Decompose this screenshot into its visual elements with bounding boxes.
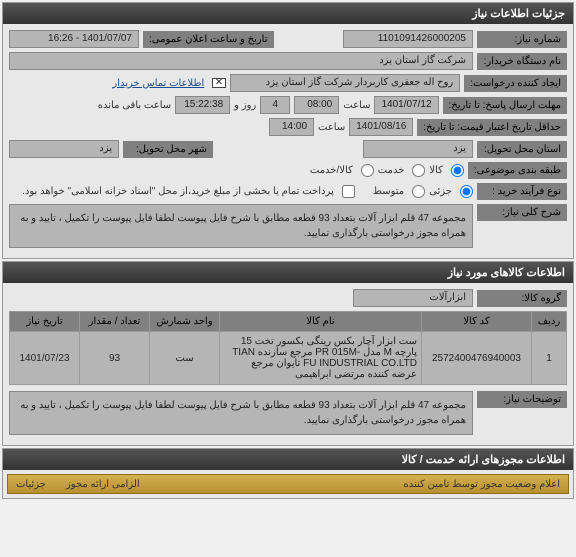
proc-medium-text: متوسط [373,186,404,197]
th-name: نام کالا [220,312,422,332]
goods-panel-body: گروه کالا: ابزارآلات ردیف کد کالا نام کا… [3,283,573,445]
city-label: شهر محل تحویل: [123,141,213,158]
th-row: ردیف [532,312,567,332]
proc-partial-text: جزئی [429,186,452,197]
time-label-2: ساعت [318,122,345,133]
notes-text: مجموعه 47 قلم ابزار آلات بتعداد 93 قطعه … [9,391,473,435]
proc-medium-radio[interactable] [412,185,425,198]
category-label: طبقه بندی موضوعی: [468,162,567,179]
table-header-row: ردیف کد کالا نام کالا واحد شمارش تعداد /… [10,312,567,332]
cat-service-option[interactable]: خدمت [378,164,426,177]
datetime-value: 1401/07/07 - 16:26 [9,30,139,48]
buyer-label: نام دستگاه خریدار: [477,53,567,70]
province-value: یزد [363,140,473,158]
province-label: استان محل تحویل: [477,141,567,158]
permits-body: اعلام وضعیت مجوز توسط تامین کننده الزامی… [3,470,573,498]
goods-table: ردیف کد کالا نام کالا واحد شمارش تعداد /… [9,311,567,385]
deadline-label: مهلت ارسال پاسخ: تا تاریخ: [443,97,567,114]
cell-code: 2572400476940003 [422,332,532,385]
time-label-1: ساعت [343,100,370,111]
col-details: جزئیات [16,479,46,490]
status-header-text: اعلام وضعیت مجوز توسط تامین کننده [403,479,560,490]
proc-partial-radio[interactable] [460,185,473,198]
cat-goods-service-option[interactable]: کالا/خدمت [310,164,374,177]
permits-title: اطلاعات مجوزهای ارائه خدمت / کالا [3,449,573,470]
envelope-icon [212,78,226,88]
validity-time: 14:00 [269,118,314,136]
payment-note-option[interactable]: پرداخت تمام یا بخشی از مبلغ خرید،از محل … [22,185,355,198]
cat-gs-text: کالا/خدمت [310,165,353,176]
permits-panel: اطلاعات مجوزهای ارائه خدمت / کالا اعلام … [2,448,574,499]
need-number-label: شماره نیاز: [477,31,567,48]
remaining-time: 15:22:38 [175,96,230,114]
payment-note-text: پرداخت تمام یا بخشی از مبلغ خرید،از محل … [22,186,334,197]
th-code: کد کالا [422,312,532,332]
cat-goods-text: کالا [429,165,443,176]
remaining-label: ساعت باقی مانده [98,100,171,111]
group-value: ابزارآلات [353,289,473,307]
cat-gs-radio[interactable] [361,164,374,177]
proc-medium-option[interactable]: متوسط [373,185,425,198]
cat-service-radio[interactable] [412,164,425,177]
validity-date: 1401/08/16 [349,118,413,136]
col-required: الزامی ارائه مجوز [66,479,140,490]
th-qty: تعداد / مقدار [80,312,150,332]
panel-title: جزئیات اطلاعات نیاز [3,3,573,24]
days-count: 4 [260,96,290,114]
need-title-text: مجموعه 47 قلم ابزار آلات بتعداد 93 قطعه … [9,204,473,248]
need-title-label: شرح کلی نیاز: [477,204,567,221]
notes-label: توضیحات نیاز: [477,391,567,408]
payment-checkbox[interactable] [342,185,355,198]
panel-body: شماره نیاز: 1101091426000205 تاریخ و ساع… [3,24,573,258]
cell-qty: 93 [80,332,150,385]
th-unit: واحد شمارش [150,312,220,332]
cat-goods-option[interactable]: کالا [429,164,464,177]
cell-name: ست ابزار آچار بکس رینگی بکسور تخت 15 پار… [220,332,422,385]
cat-goods-radio[interactable] [451,164,464,177]
deadline-date: 1401/07/12 [374,96,438,114]
th-date: تاریخ نیاز [10,312,80,332]
need-details-panel: جزئیات اطلاعات نیاز شماره نیاز: 11010914… [2,2,574,259]
validity-label: حداقل تاریخ اعتبار قیمت: تا تاریخ: [417,119,567,136]
creator-value: روح اله جعفری کاربردار شرکت گاز استان یز… [230,74,460,92]
datetime-label: تاریخ و ساعت اعلان عمومی: [143,31,274,48]
cell-date: 1401/07/23 [10,332,80,385]
proc-partial-option[interactable]: جزئی [429,185,473,198]
goods-info-panel: اطلاعات کالاهای مورد نیاز گروه کالا: ابز… [2,261,574,446]
contact-link[interactable]: اطلاعات تماس خریدار [108,78,208,89]
goods-panel-title: اطلاعات کالاهای مورد نیاز [3,262,573,283]
table-row: 1 2572400476940003 ست ابزار آچار بکس رین… [10,332,567,385]
need-number: 1101091426000205 [343,30,473,48]
permits-status-bar: اعلام وضعیت مجوز توسط تامین کننده الزامی… [7,474,569,494]
deadline-time: 08:00 [294,96,339,114]
days-label: روز و [234,100,256,111]
city-value: یزد [9,140,119,158]
group-label: گروه کالا: [477,290,567,307]
cell-idx: 1 [532,332,567,385]
cell-unit: ست [150,332,220,385]
process-label: نوع فرآیند خرید : [477,183,567,200]
buyer-value: شرکت گاز استان یزد [9,52,473,70]
cat-service-text: خدمت [378,165,405,176]
creator-label: ایجاد کننده درخواست: [464,75,567,92]
